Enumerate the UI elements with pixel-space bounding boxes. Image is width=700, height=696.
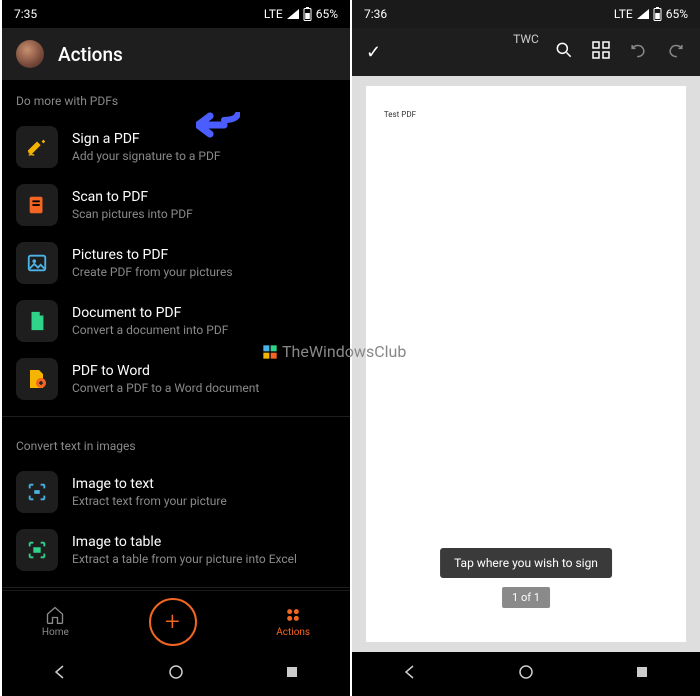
confirm-button[interactable]: ✓ xyxy=(366,42,381,63)
status-network: LTE xyxy=(264,7,283,21)
actions-scroll[interactable]: Do more with PDFs Sign a PDF Add your si… xyxy=(2,80,350,590)
status-right: LTE 65% xyxy=(614,7,688,21)
sign-toast: Tap where you wish to sign xyxy=(440,548,612,578)
battery-icon xyxy=(653,7,662,21)
scan-icon xyxy=(16,184,58,226)
status-time: 7:36 xyxy=(364,7,387,21)
windows-icon xyxy=(262,344,278,360)
imgtable-icon xyxy=(16,529,58,571)
action-title: Document to PDF xyxy=(72,305,228,321)
status-time: 7:35 xyxy=(14,7,37,21)
action-text: PDF to Word Convert a PDF to a Word docu… xyxy=(72,363,259,395)
grid-icon xyxy=(283,605,303,625)
status-battery: 65% xyxy=(316,7,338,21)
action-title: Pictures to PDF xyxy=(72,247,233,263)
divider xyxy=(2,416,350,417)
action-text: Document to PDF Convert a document into … xyxy=(72,305,228,337)
undo-icon[interactable] xyxy=(628,40,648,64)
page-indicator: 1 of 1 xyxy=(502,587,550,608)
action-subtitle: Create PDF from your pictures xyxy=(72,265,233,279)
fab-add[interactable]: + xyxy=(149,598,197,646)
document-content: Test PDF xyxy=(384,110,416,119)
action-sign-pdf[interactable]: Sign a PDF Add your signature to a PDF xyxy=(2,118,350,176)
imgtext-icon xyxy=(16,471,58,513)
action-image-table[interactable]: Image to table Extract a table from your… xyxy=(2,521,350,579)
watermark: TheWindowsClub xyxy=(262,342,406,361)
pointer-arrow xyxy=(196,112,240,142)
section-label-pdfs: Do more with PDFs xyxy=(2,80,350,118)
action-text: Pictures to PDF Create PDF from your pic… xyxy=(72,247,233,279)
action-image-text[interactable]: Image to text Extract text from your pic… xyxy=(2,463,350,521)
status-bar: 7:36 LTE 65% xyxy=(352,0,700,28)
watermark-text: TheWindowsClub xyxy=(282,342,406,361)
action-title: Image to text xyxy=(72,476,227,492)
sys-recent[interactable] xyxy=(284,664,300,684)
nav-actions-label: Actions xyxy=(276,627,310,638)
header-title: Actions xyxy=(58,43,123,66)
home-icon xyxy=(45,605,65,625)
action-subtitle: Scan pictures into PDF xyxy=(72,207,193,221)
grid-view-icon[interactable] xyxy=(592,41,610,63)
sys-recent[interactable] xyxy=(634,664,650,684)
status-network: LTE xyxy=(614,7,633,21)
sys-back[interactable] xyxy=(52,664,68,684)
pdfword-icon xyxy=(16,358,58,400)
doc-title: TWC xyxy=(513,32,539,46)
action-subtitle: Add your signature to a PDF xyxy=(72,149,220,163)
status-bar: 7:35 LTE 65% xyxy=(2,0,350,28)
section-label-convert: Convert text in images xyxy=(2,425,350,463)
document-area[interactable]: Test PDF Tap where you wish to sign 1 of… xyxy=(352,76,700,652)
search-icon[interactable] xyxy=(554,40,574,64)
avatar[interactable] xyxy=(16,40,44,68)
action-title: Scan to PDF xyxy=(72,189,193,205)
action-subtitle: Extract a table from your picture into E… xyxy=(72,552,297,566)
battery-icon xyxy=(303,7,312,21)
action-subtitle: Convert a document into PDF xyxy=(72,323,228,337)
action-title: PDF to Word xyxy=(72,363,259,379)
action-text: Image to table Extract a table from your… xyxy=(72,534,297,566)
nav-home[interactable]: Home xyxy=(42,605,69,638)
status-right: LTE 65% xyxy=(264,7,338,21)
action-text: Scan to PDF Scan pictures into PDF xyxy=(72,189,193,221)
action-subtitle: Convert a PDF to a Word document xyxy=(72,381,259,395)
sys-home[interactable] xyxy=(518,664,534,684)
pen-icon xyxy=(16,126,58,168)
picture-icon xyxy=(16,242,58,284)
app-header: Actions xyxy=(2,28,350,80)
nav-home-label: Home xyxy=(42,627,69,638)
bottom-nav: Home + Actions xyxy=(2,590,350,652)
action-subtitle: Extract text from your picture xyxy=(72,494,227,508)
plus-icon: + xyxy=(165,607,180,637)
action-pictures-pdf[interactable]: Pictures to PDF Create PDF from your pic… xyxy=(2,234,350,292)
action-text: Image to text Extract text from your pic… xyxy=(72,476,227,508)
system-nav xyxy=(352,652,700,696)
signal-icon xyxy=(637,9,649,19)
action-title: Image to table xyxy=(72,534,297,550)
divider xyxy=(2,587,350,588)
action-scan-pdf[interactable]: Scan to PDF Scan pictures into PDF xyxy=(2,176,350,234)
redo-icon[interactable] xyxy=(666,40,686,64)
toolbar-icons xyxy=(554,40,686,64)
status-battery: 65% xyxy=(666,7,688,21)
signal-icon xyxy=(287,9,299,19)
system-nav xyxy=(2,652,350,696)
nav-actions[interactable]: Actions xyxy=(276,605,310,638)
sys-back[interactable] xyxy=(402,664,418,684)
document-icon xyxy=(16,300,58,342)
sys-home[interactable] xyxy=(168,664,184,684)
